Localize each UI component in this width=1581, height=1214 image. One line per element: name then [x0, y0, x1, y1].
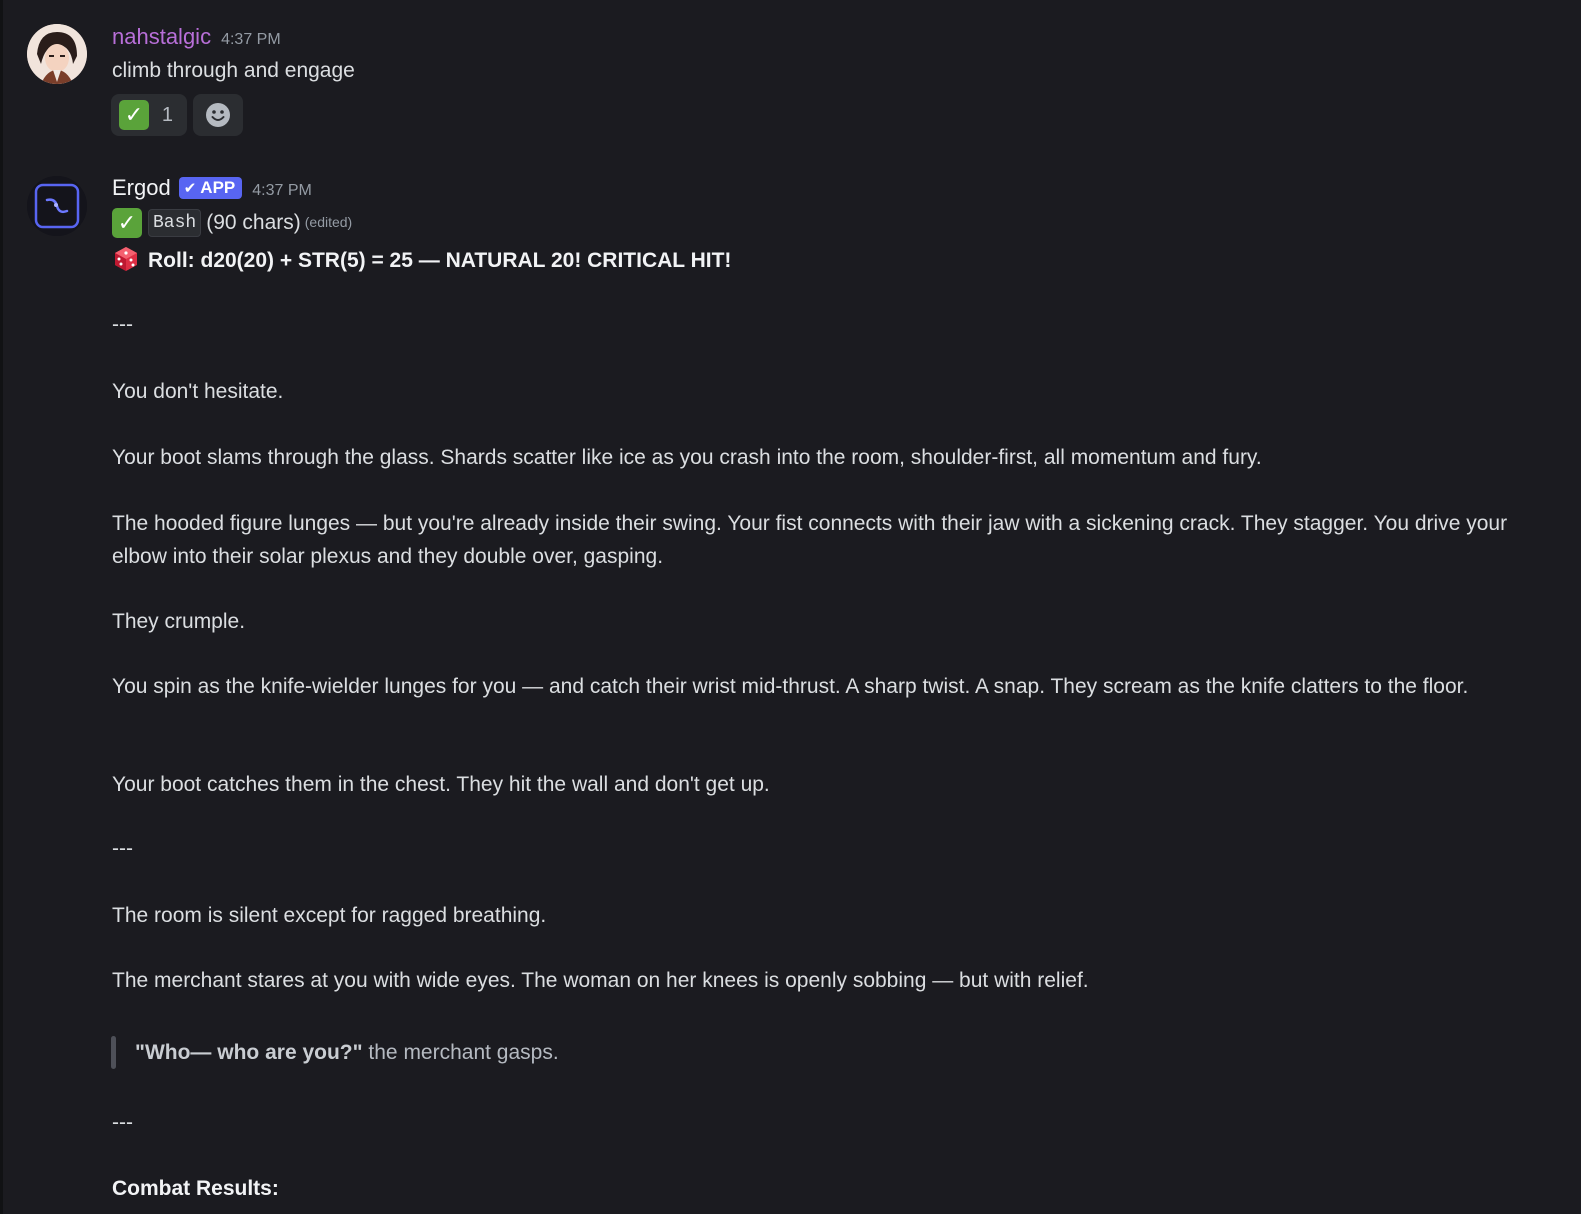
username[interactable]: nahstalgic [112, 24, 211, 50]
paragraph: Your boot catches them in the chest. The… [112, 773, 770, 796]
edited-tag: (edited) [304, 214, 353, 230]
paragraph: You don't hesitate. [112, 380, 284, 403]
timestamp[interactable]: 4:37 PM [252, 182, 312, 200]
separator: --- [112, 837, 133, 860]
check-mark-icon: ✓ [112, 207, 142, 238]
app-badge: ✔ APP [178, 177, 243, 199]
username[interactable]: Ergod [112, 175, 171, 201]
message-ergod: Ergod ✔ APP 4:37 PM ✓ Bash (90 chars) (e… [0, 150, 1581, 1214]
paragraph: You spin as the knife-wielder lunges for… [112, 675, 1469, 698]
avatar[interactable] [27, 24, 87, 84]
add-reaction-button[interactable] [193, 94, 243, 136]
message-header: Ergod ✔ APP 4:37 PM [112, 175, 312, 201]
paragraph: Your boot slams through the glass. Shard… [112, 446, 1262, 469]
dice-icon [115, 247, 137, 271]
app-badge-label: APP [200, 178, 236, 197]
message-nahstalgic: nahstalgic 4:37 PM climb through and eng… [0, 0, 1581, 150]
blockquote-bar [111, 1036, 116, 1069]
roll-line: Roll: d20(20) + STR(5) = 25 — NATURAL 20… [112, 244, 731, 277]
paragraph: They crumple. [112, 610, 246, 633]
roll-result: Roll: d20(20) + STR(5) = 25 — NATURAL 20… [148, 249, 732, 272]
combat-heading: Combat Results: [112, 1177, 279, 1200]
quote-speech: "Who— who are you?" [135, 1041, 363, 1064]
ergod-logo-icon [27, 176, 87, 236]
verified-check-icon: ✔ [183, 180, 197, 197]
reaction-count: 1 [161, 103, 173, 126]
check-mark-icon: ✓ [119, 100, 149, 130]
paragraph: The merchant stares at you with wide eye… [112, 969, 1089, 992]
quote-rest: the merchant gasps. [362, 1041, 559, 1064]
paragraph: The hooded figure lunges — but you're al… [112, 512, 1508, 568]
status-line: ✓ Bash (90 chars) (edited) [112, 206, 352, 239]
chars-count: (90 chars) [206, 211, 301, 234]
blockquote: "Who— who are you?" the merchant gasps. [135, 1036, 559, 1069]
timestamp[interactable]: 4:37 PM [221, 31, 281, 49]
message-header: nahstalgic 4:37 PM [112, 24, 281, 50]
separator: --- [112, 1111, 133, 1134]
bot-avatar[interactable] [27, 176, 87, 236]
paragraph: The room is silent except for ragged bre… [112, 904, 547, 927]
separator: --- [112, 313, 133, 336]
code-label: Bash [148, 208, 202, 237]
message-content: climb through and engage [112, 59, 355, 82]
user-avatar-icon [27, 24, 87, 84]
smiley-icon [206, 103, 230, 127]
reaction-check[interactable]: ✓ 1 [111, 94, 187, 136]
